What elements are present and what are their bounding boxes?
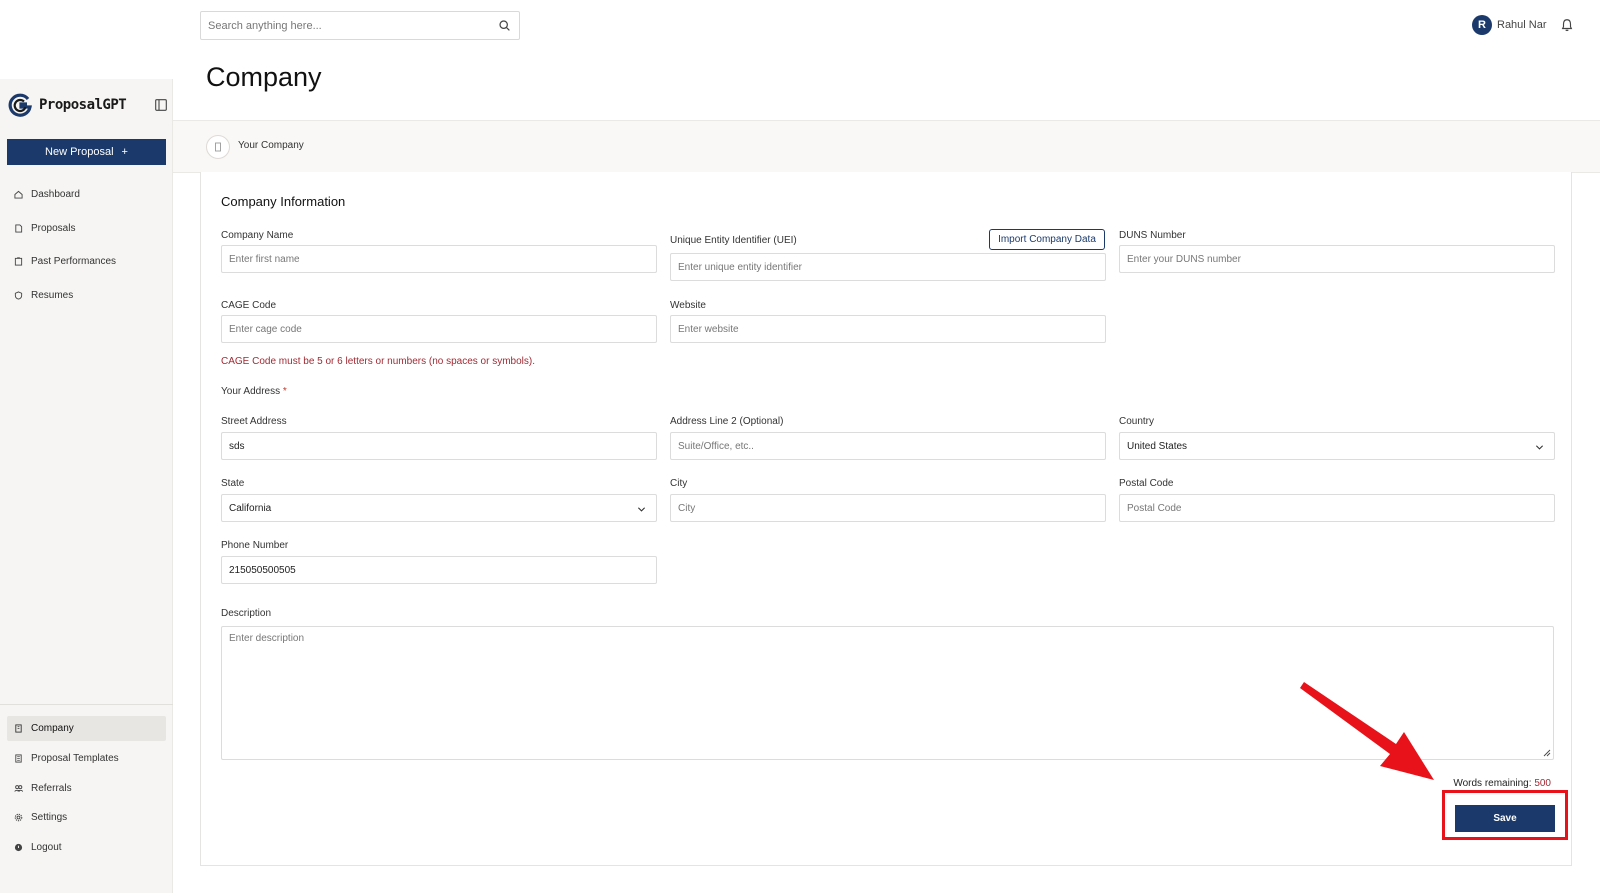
- breadcrumb: Your Company: [173, 120, 1600, 173]
- uei-label: Unique Entity Identifier (UEI): [670, 235, 797, 246]
- street-address-field[interactable]: [221, 432, 657, 460]
- proposalgpt-logo-icon: [8, 93, 32, 117]
- duns-label: DUNS Number: [1119, 230, 1186, 241]
- search-bar[interactable]: [200, 11, 520, 40]
- document-icon: [15, 224, 23, 233]
- company-name-field[interactable]: [221, 245, 657, 273]
- annotation-arrow-icon: [1300, 682, 1434, 780]
- sidebar-item-label: Proposal Templates: [31, 753, 119, 764]
- shield-icon: [14, 291, 23, 300]
- cage-code-input[interactable]: [222, 316, 656, 342]
- sidebar-item-label: Dashboard: [31, 189, 80, 200]
- state-value: California: [229, 503, 272, 514]
- address-heading-text: Your Address: [221, 386, 281, 397]
- sidebar-item-label: Referrals: [31, 783, 72, 794]
- sidebar-item-label: Logout: [31, 842, 62, 853]
- search-input[interactable]: [201, 12, 481, 39]
- sidebar-item-dashboard[interactable]: Dashboard: [7, 182, 166, 207]
- import-company-data-button[interactable]: Import Company Data: [989, 229, 1105, 250]
- section-title: Company Information: [221, 194, 346, 209]
- sidebar: ProposalGPT New Proposal + Dashboard Pro…: [0, 79, 173, 893]
- words-remaining-count: 500: [1534, 778, 1551, 789]
- country-label: Country: [1119, 416, 1155, 427]
- country-select[interactable]: United States: [1119, 432, 1555, 460]
- cage-code-field[interactable]: [221, 315, 657, 343]
- new-proposal-button[interactable]: New Proposal +: [7, 139, 166, 165]
- address-line2-input[interactable]: [671, 433, 1105, 459]
- city-label: City: [670, 478, 688, 489]
- uei-input[interactable]: [671, 254, 1105, 280]
- sidebar-collapse-icon[interactable]: [155, 99, 167, 111]
- state-select[interactable]: California: [221, 494, 657, 522]
- chevron-down-icon: [637, 507, 646, 512]
- sidebar-item-company[interactable]: Company: [7, 716, 166, 741]
- sidebar-item-settings[interactable]: Settings: [7, 805, 166, 830]
- sidebar-item-proposals[interactable]: Proposals: [7, 216, 166, 241]
- website-label: Website: [670, 300, 706, 311]
- new-proposal-label: New Proposal: [45, 146, 114, 158]
- phone-input[interactable]: [222, 557, 656, 583]
- phone-label: Phone Number: [221, 540, 289, 551]
- sidebar-item-logout[interactable]: Logout: [7, 835, 166, 860]
- logout-icon: [14, 843, 23, 852]
- sidebar-item-label: Past Performances: [31, 256, 117, 267]
- bell-icon[interactable]: [1560, 18, 1574, 32]
- sidebar-item-resumes[interactable]: Resumes: [7, 283, 166, 308]
- street-address-label: Street Address: [221, 416, 287, 427]
- template-icon: [15, 754, 22, 763]
- postal-code-label: Postal Code: [1119, 478, 1174, 489]
- avatar[interactable]: R: [1472, 15, 1492, 35]
- search-icon[interactable]: [498, 19, 511, 32]
- description-label: Description: [221, 608, 272, 619]
- chevron-down-icon: [1535, 445, 1544, 450]
- company-name-label: Company Name: [221, 230, 294, 241]
- website-input[interactable]: [671, 316, 1105, 342]
- sidebar-divider: [0, 704, 173, 705]
- sidebar-item-label: Settings: [31, 812, 68, 823]
- user-menu[interactable]: R Rahul Nar: [1472, 15, 1547, 35]
- address-line2-field[interactable]: [670, 432, 1106, 460]
- sidebar-item-label: Company: [31, 723, 74, 734]
- home-icon: [14, 190, 23, 199]
- phone-field[interactable]: [221, 556, 657, 584]
- postal-code-input[interactable]: [1120, 495, 1554, 521]
- duns-field[interactable]: [1119, 245, 1555, 273]
- country-value: United States: [1127, 441, 1188, 452]
- street-address-input[interactable]: [222, 433, 656, 459]
- website-field[interactable]: [670, 315, 1106, 343]
- page-title: Company: [206, 62, 322, 92]
- resize-handle-icon[interactable]: [1543, 749, 1551, 757]
- breadcrumb-label: Your Company: [238, 140, 304, 151]
- gear-icon: [14, 813, 23, 822]
- user-name: Rahul Nar: [1497, 19, 1547, 31]
- building-icon: [15, 724, 22, 733]
- users-icon: [14, 785, 23, 792]
- required-mark: *: [282, 386, 287, 397]
- uei-field[interactable]: [670, 253, 1106, 281]
- sidebar-item-proposal-templates[interactable]: Proposal Templates: [7, 746, 166, 771]
- sidebar-item-label: Resumes: [31, 290, 74, 301]
- city-field[interactable]: [670, 494, 1106, 522]
- state-label: State: [221, 478, 245, 489]
- annotation-highlight-box: [1442, 790, 1568, 840]
- cage-code-label: CAGE Code: [221, 300, 277, 311]
- company-name-input[interactable]: [222, 246, 656, 272]
- logo[interactable]: ProposalGPT: [7, 92, 127, 118]
- city-input[interactable]: [671, 495, 1105, 521]
- duns-input[interactable]: [1120, 246, 1554, 272]
- cage-code-error: CAGE Code must be 5 or 6 letters or numb…: [221, 356, 536, 367]
- clipboard-icon: [14, 257, 23, 266]
- sidebar-item-referrals[interactable]: Referrals: [7, 776, 166, 801]
- words-remaining: Words remaining: 500: [1453, 778, 1551, 789]
- words-remaining-label: Words remaining:: [1453, 778, 1532, 789]
- brand-name: ProposalGPT: [39, 97, 127, 113]
- sidebar-item-past-performances[interactable]: Past Performances: [7, 249, 166, 274]
- building-icon: [215, 142, 221, 152]
- company-crumb-icon: [206, 135, 230, 159]
- address-line2-label: Address Line 2 (Optional): [670, 416, 784, 427]
- sidebar-item-label: Proposals: [31, 223, 76, 234]
- address-heading: Your Address *: [221, 386, 287, 397]
- plus-icon: +: [121, 146, 128, 158]
- postal-code-field[interactable]: [1119, 494, 1555, 522]
